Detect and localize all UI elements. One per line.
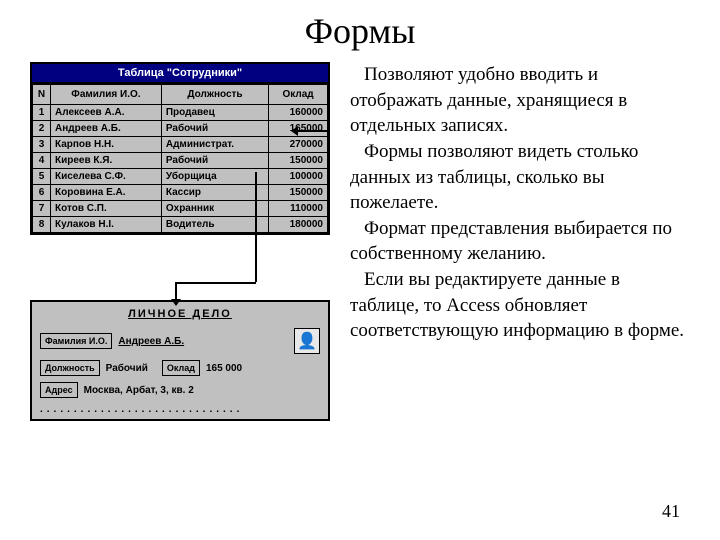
col-fio: Фамилия И.О. xyxy=(51,85,162,105)
paragraph: Формат представления выбирается по собст… xyxy=(350,216,690,267)
value-pos: Рабочий xyxy=(106,363,148,374)
table-row: 8Кулаков Н.І.Водитель180000 xyxy=(33,217,328,233)
employees-table: N Фамилия И.О. Должность Оклад 1Алексеев… xyxy=(32,84,328,233)
dots-divider: .............................. xyxy=(40,404,320,415)
value-fio: Андреев А.Б. xyxy=(118,336,184,347)
paragraph: Если вы редактируете данные в таблице, т… xyxy=(350,267,690,344)
table-row: 3Карпов Н.Н.Администрат.270000 xyxy=(33,137,328,153)
label-pos: Должность xyxy=(40,360,100,376)
col-sal: Оклад xyxy=(269,85,328,105)
table-row: 4Киреев К.Я.Рабочий150000 xyxy=(33,153,328,169)
table-window: Таблица "Сотрудники" N Фамилия И.О. Долж… xyxy=(30,62,330,235)
text-column: Позволяют удобно вводить и отображать да… xyxy=(350,62,690,421)
col-pos: Должность xyxy=(161,85,268,105)
table-row: 6Коровина Е.А.Кассир150000 xyxy=(33,185,328,201)
table-row: 5Киселева С.Ф.Уборщица100000 xyxy=(33,169,328,185)
paragraph: Формы позволяют видеть столько данных из… xyxy=(350,139,690,216)
table-row: 2Андреев А.Б.Рабочий165000 xyxy=(33,121,328,137)
page-number: 41 xyxy=(662,501,680,522)
table-row: 7Котов С.П.Охранник110000 xyxy=(33,201,328,217)
paragraph: Позволяют удобно вводить и отображать да… xyxy=(350,62,690,139)
arrow-vert xyxy=(255,172,257,282)
form-window: ЛИЧНОЕ ДЕЛО Фамилия И.О. Андреев А.Б. 👤 … xyxy=(30,300,330,421)
label-fio: Фамилия И.О. xyxy=(40,333,112,349)
arrow-down-to-form xyxy=(175,282,177,300)
arrow-from-text-to-table xyxy=(297,130,327,132)
table-row: 1Алексеев А.А.Продавец160000 xyxy=(33,105,328,121)
col-n: N xyxy=(33,85,51,105)
form-title: ЛИЧНОЕ ДЕЛО xyxy=(40,308,320,320)
label-addr: Адрес xyxy=(40,382,78,398)
value-addr: Москва, Арбат, 3, кв. 2 xyxy=(84,385,194,396)
value-sal: 165 000 xyxy=(206,363,242,374)
illustration-column: Таблица "Сотрудники" N Фамилия И.О. Долж… xyxy=(30,62,330,421)
table-caption: Таблица "Сотрудники" xyxy=(32,64,328,84)
page-title: Формы xyxy=(30,10,690,52)
arrow-horiz xyxy=(175,282,256,284)
avatar-icon: 👤 xyxy=(294,328,320,354)
label-sal: Оклад xyxy=(162,360,200,376)
